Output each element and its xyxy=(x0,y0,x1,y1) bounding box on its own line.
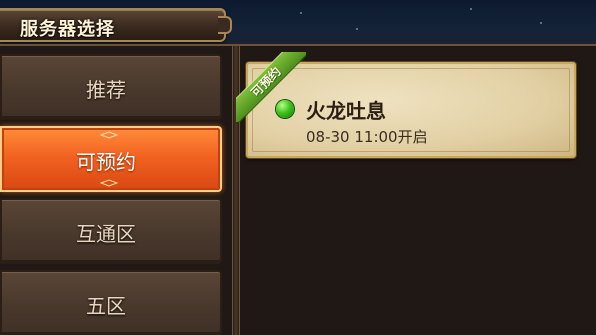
server-select-screen: 服务器选择 推荐 可预约 互通区 五区 火龙吐息 08-30 11:00开启 可… xyxy=(0,0,596,335)
star-decoration xyxy=(540,22,542,24)
server-status-icon xyxy=(276,100,294,118)
sidebar-item-recommended[interactable]: 推荐 xyxy=(0,54,222,120)
star-decoration xyxy=(300,12,302,14)
sidebar-item-cross-server[interactable]: 互通区 xyxy=(0,198,222,264)
header-corner-ornament xyxy=(218,16,232,34)
sidebar-item-label: 可预约 xyxy=(76,150,136,174)
star-decoration xyxy=(470,8,472,10)
server-open-time: 08-30 11:00开启 xyxy=(306,128,428,146)
server-card[interactable]: 火龙吐息 08-30 11:00开启 xyxy=(246,62,576,158)
server-name: 火龙吐息 xyxy=(306,99,386,123)
sidebar-item-label: 互通区 xyxy=(76,222,136,246)
panel-divider xyxy=(232,46,240,335)
sidebar-item-reservable[interactable]: 可预约 xyxy=(0,126,222,192)
ornament-icon xyxy=(100,131,118,139)
header-bar: 服务器选择 xyxy=(0,8,232,42)
sidebar-item-label: 五区 xyxy=(86,294,126,318)
page-title: 服务器选择 xyxy=(20,19,115,40)
ornament-icon xyxy=(100,179,118,187)
sidebar-item-zone-five[interactable]: 五区 xyxy=(0,270,222,335)
sidebar-item-label: 推荐 xyxy=(86,78,126,102)
star-decoration xyxy=(356,28,358,30)
